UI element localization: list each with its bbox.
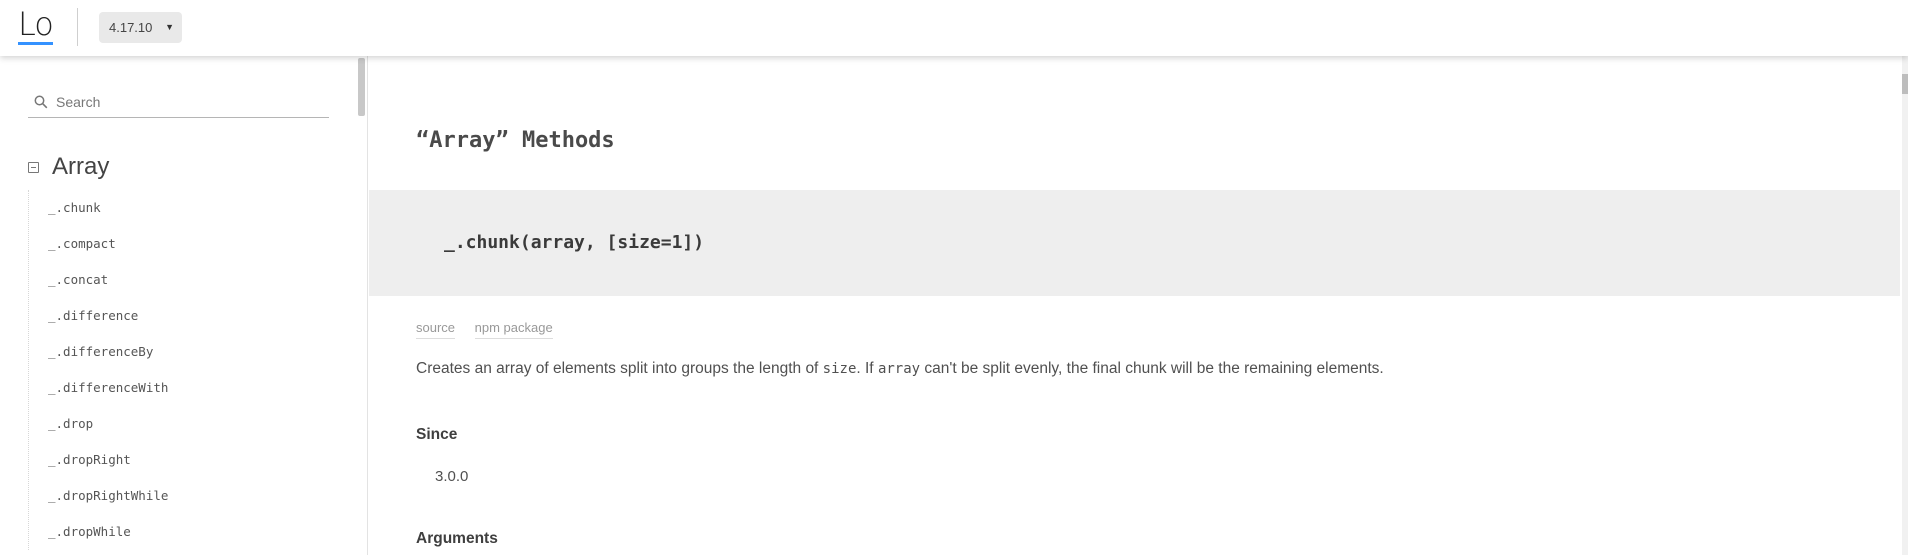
collapse-icon[interactable] [28, 162, 39, 173]
method-link-compact[interactable]: _.compact [29, 226, 348, 262]
section-title: “Array” Methods [416, 128, 615, 153]
method-link-chunk[interactable]: _.chunk [29, 190, 348, 226]
method-list: _.chunk _.compact _.concat _.difference … [28, 190, 348, 550]
since-value: 3.0.0 [435, 468, 469, 485]
header-divider [77, 8, 78, 46]
method-link-drop[interactable]: _.drop [29, 406, 348, 442]
method-link-differenceWith[interactable]: _.differenceWith [29, 370, 348, 406]
main-scrollbar-thumb[interactable] [1902, 74, 1908, 94]
main-content: “Array” Methods _.chunk(array, [size=1])… [369, 56, 1900, 555]
source-link[interactable]: source [416, 320, 456, 339]
arguments-heading: Arguments [416, 530, 498, 547]
description-code-array: array [877, 361, 921, 377]
sidebar: Array _.chunk _.compact _.concat _.diffe… [0, 56, 368, 555]
description-text-2: . If [856, 360, 878, 377]
lodash-logo[interactable]: Lo [18, 5, 54, 45]
search-box [28, 86, 329, 118]
sidebar-scrollbar[interactable] [358, 58, 365, 116]
method-link-dropRight[interactable]: _.dropRight [29, 442, 348, 478]
search-input[interactable] [56, 91, 321, 113]
main-scrollbar[interactable] [1902, 56, 1908, 555]
chevron-down-icon: ▼ [165, 22, 174, 32]
method-link-concat[interactable]: _.concat [29, 262, 348, 298]
search-icon [34, 95, 48, 109]
top-header: Lo 4.17.10 ▼ [0, 0, 1908, 56]
method-link-difference[interactable]: _.difference [29, 298, 348, 334]
method-links: source npm package [416, 320, 569, 339]
version-select[interactable]: 4.17.10 ▼ [99, 12, 182, 43]
description-code-size: size [822, 361, 857, 377]
method-description: Creates an array of elements split into … [416, 360, 1384, 378]
signature-block: _.chunk(array, [size=1]) [369, 190, 1900, 296]
description-text-3: can't be split evenly, the final chunk w… [920, 360, 1384, 377]
method-link-differenceBy[interactable]: _.differenceBy [29, 334, 348, 370]
category-title[interactable]: Array [52, 152, 109, 182]
npm-package-link[interactable]: npm package [474, 320, 553, 339]
version-label: 4.17.10 [109, 20, 153, 35]
since-heading: Since [416, 426, 458, 443]
description-text-1: Creates an array of elements split into … [416, 360, 823, 377]
method-link-dropWhile[interactable]: _.dropWhile [29, 514, 348, 550]
method-link-dropRightWhile[interactable]: _.dropRightWhile [29, 478, 348, 514]
method-signature[interactable]: _.chunk(array, [size=1]) [444, 232, 704, 253]
